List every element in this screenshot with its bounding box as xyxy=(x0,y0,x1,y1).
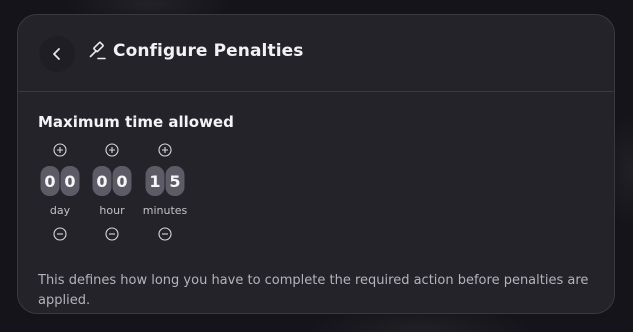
hour-digit-1: 0 xyxy=(92,166,112,196)
day-digits[interactable]: 0 0 xyxy=(40,166,80,196)
minutes-label: minutes xyxy=(142,204,188,217)
time-picker: 0 0 day 0 0 hour 1 5 minutes xyxy=(38,143,238,243)
minutes-digit-1: 1 xyxy=(145,166,165,196)
description-text: This defines how long you have to comple… xyxy=(38,273,589,308)
increment-hour-icon[interactable] xyxy=(105,143,119,157)
minutes-unit: 1 5 minutes xyxy=(140,143,190,243)
hour-label: hour xyxy=(99,204,125,217)
title-group: Configure Penalties xyxy=(88,41,303,61)
increment-day-icon[interactable] xyxy=(53,143,67,157)
day-digit-1: 0 xyxy=(40,166,60,196)
configure-penalties-card: Configure Penalties Maximum time allowed… xyxy=(17,14,615,314)
day-unit: 0 0 day xyxy=(35,143,85,243)
back-button[interactable] xyxy=(39,36,75,72)
hour-digits[interactable]: 0 0 xyxy=(92,166,132,196)
decrement-hour-icon[interactable] xyxy=(105,227,119,241)
page-title: Configure Penalties xyxy=(113,41,304,61)
hour-unit: 0 0 hour xyxy=(87,143,137,243)
card-header: Configure Penalties xyxy=(18,15,614,92)
decrement-minutes-icon[interactable] xyxy=(158,227,172,241)
section-label: Maximum time allowed xyxy=(38,113,234,131)
minutes-digits[interactable]: 1 5 xyxy=(145,166,185,196)
chevron-left-icon xyxy=(53,48,60,60)
decrement-day-icon[interactable] xyxy=(53,227,67,241)
increment-minutes-icon[interactable] xyxy=(158,143,172,157)
gavel-icon xyxy=(89,41,106,60)
card-body: Maximum time allowed 0 0 day 0 0 hour 1 … xyxy=(38,113,594,308)
day-label: day xyxy=(49,204,71,217)
day-digit-2: 0 xyxy=(60,166,80,196)
minutes-digit-2: 5 xyxy=(165,166,185,196)
hour-digit-2: 0 xyxy=(112,166,132,196)
